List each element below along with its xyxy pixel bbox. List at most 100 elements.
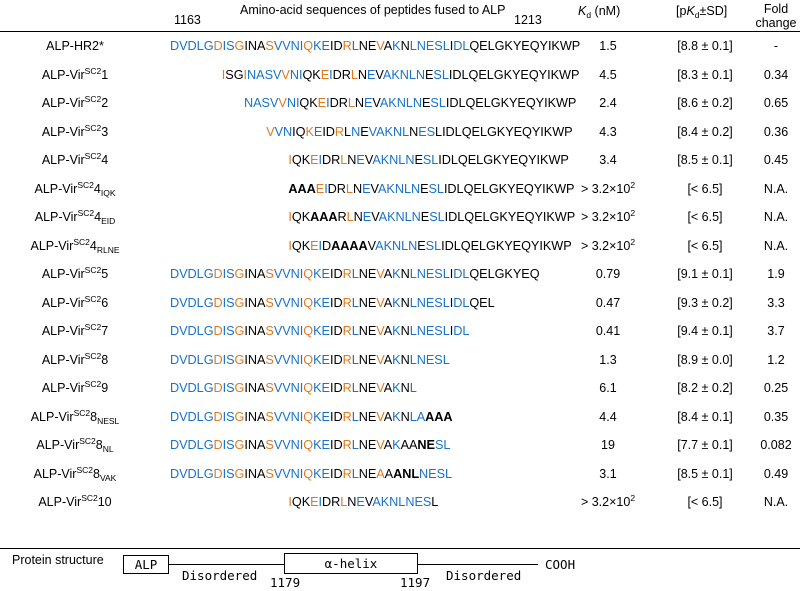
residue: G: [203, 409, 214, 424]
residue: L: [196, 267, 204, 281]
residue: K: [504, 39, 513, 53]
residue: E: [513, 124, 523, 139]
residue: S: [429, 210, 438, 224]
residue: N: [408, 238, 418, 253]
residue: G: [203, 39, 214, 53]
residue: L: [441, 67, 449, 82]
residue: G: [234, 267, 245, 281]
residue: L: [351, 438, 359, 452]
residue: S: [265, 352, 274, 367]
residue: E: [321, 39, 330, 53]
residue: S: [433, 67, 442, 82]
residue: Q: [469, 267, 480, 281]
peptide-name: ALP-VirSC26: [0, 289, 150, 317]
residue: V: [273, 466, 283, 481]
pkd-value: [< 6.5]: [687, 210, 723, 224]
residue: K: [309, 96, 318, 110]
residue: A: [378, 210, 388, 224]
pkd-value: [8.5 ± 0.1]: [677, 153, 733, 167]
kd-exponent: 2: [630, 179, 636, 190]
peptide-name: ALP-HR2*: [0, 32, 150, 60]
residue: Q: [303, 352, 314, 367]
residue: N: [286, 96, 296, 110]
residue: L: [409, 324, 417, 338]
residue: N: [290, 267, 300, 281]
residue: K: [380, 495, 390, 509]
residue: E: [367, 438, 377, 452]
peptide-name-suffix: 4: [101, 153, 109, 167]
residue: V: [376, 438, 384, 452]
residue: N: [416, 39, 426, 53]
residue: E: [418, 124, 427, 139]
residue: K: [391, 67, 400, 82]
residue: K: [550, 67, 559, 82]
residue: Y: [533, 181, 543, 196]
residue: E: [367, 39, 377, 53]
fold-change-value: -: [773, 39, 779, 53]
residue: E: [425, 324, 435, 338]
pkd-value: [8.9 ± 0.0]: [677, 352, 733, 367]
residue: G: [234, 295, 245, 310]
peptide-name-superscript: SC2: [84, 265, 102, 275]
residue: K: [313, 409, 322, 424]
peptide-sequence: IQKEIDRLNEVAKNLNESL: [288, 488, 438, 516]
residue: N: [358, 39, 368, 53]
residue: A: [306, 181, 316, 196]
table-row: ALP-VirSC28VAK DVDLGDISGINASVVNIQKEIDRLNE…: [0, 460, 800, 488]
table-row: ALP-VirSC24IQK AAAEIDRLNEVAKNLNESLIDLQELG…: [0, 175, 800, 203]
residue: G: [486, 238, 496, 253]
residue: Q: [303, 466, 314, 481]
residue: Q: [291, 495, 302, 509]
residue: G: [203, 466, 214, 481]
residue: K: [392, 267, 401, 281]
residue: N: [247, 381, 257, 395]
peptide-sequence: IQKAAARLNEVAKNLNESLIDLQELGKYEQYIKWP: [288, 203, 575, 231]
peptide-name-superscript: SC2: [77, 179, 94, 190]
residue: L: [351, 295, 359, 310]
residue: R: [341, 67, 351, 82]
helix-end-number: 1197: [400, 575, 431, 590]
residue: N: [290, 295, 300, 310]
peptide-sequence: DVDLGDISGINASVVNIQKEIDRLNEVAKNLAAAA: [170, 403, 453, 431]
residue: N: [417, 438, 427, 452]
peptide-name-prefix: ALP-Vir: [36, 438, 80, 452]
table-row: ALP-VirSC29 DVDLGDISGINASVVNIQKEIDRLNEVAK…: [0, 374, 800, 402]
residue: Q: [469, 295, 480, 310]
residue: N: [415, 67, 425, 82]
residue: K: [547, 96, 556, 110]
residue: N: [290, 409, 300, 424]
residue: Y: [528, 153, 537, 167]
residue: N: [290, 352, 300, 367]
residue: V: [282, 438, 291, 452]
residue: L: [409, 381, 417, 395]
table-row: ALP-VirSC26 DVDLGDISGINASVVNIQKEIDRLNEVAK…: [0, 289, 800, 317]
residue: Q: [465, 96, 476, 110]
peptide-name: ALP-VirSC24EID: [0, 203, 150, 231]
residue-end-number: 1213: [514, 13, 542, 27]
residue: K: [313, 267, 322, 281]
residue: L: [409, 409, 417, 424]
residue: Q: [303, 381, 314, 395]
residue: V: [375, 67, 383, 82]
residue: S: [264, 67, 273, 82]
disordered-label-right: Disordered: [446, 568, 522, 583]
residue: Q: [469, 39, 480, 53]
residue: L: [405, 96, 413, 110]
residue: Q: [528, 67, 539, 82]
residue: N: [290, 466, 300, 481]
pkd-symbol: K: [686, 4, 695, 18]
peptide-name-suffix: 6: [101, 295, 109, 310]
residue: K: [495, 238, 505, 253]
residue: L: [454, 124, 462, 139]
residue: G: [203, 267, 214, 281]
residue: K: [392, 352, 401, 367]
residue: G: [234, 324, 245, 338]
residue: E: [310, 495, 319, 509]
residue: E: [425, 267, 435, 281]
residue: R: [342, 409, 352, 424]
residue: V: [179, 39, 188, 53]
residue: A: [383, 352, 393, 367]
fold-change-value: 3.3: [767, 295, 785, 310]
residue: D: [170, 409, 180, 424]
residue: A: [383, 267, 393, 281]
